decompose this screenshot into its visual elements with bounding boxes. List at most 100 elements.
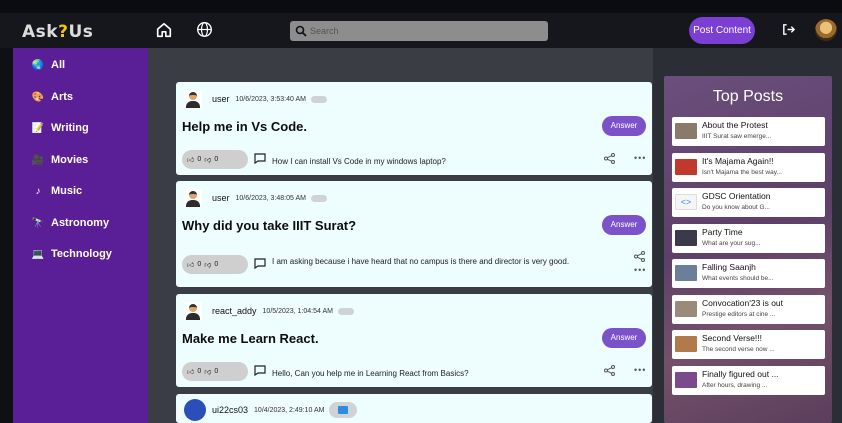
top-post-snippet: Prestige editors at cine ... — [702, 311, 776, 318]
user-avatar[interactable] — [184, 90, 202, 108]
post-author-name[interactable]: react_addy — [212, 306, 257, 316]
top-post-item[interactable]: Falling Saanjh What events should be... — [672, 259, 825, 288]
question-body: How I can install Vs Code in my windows … — [272, 157, 446, 166]
question-body: Hello, Can you help me in Learning React… — [272, 369, 469, 378]
comment-icon[interactable] — [254, 365, 266, 376]
sidebar-item-all[interactable]: 🌏 All — [31, 55, 65, 75]
sidebar-item-music[interactable]: ♪ Music — [31, 181, 83, 201]
top-post-title: It's Majama Again!! — [702, 156, 774, 166]
user-avatar[interactable] — [184, 189, 202, 207]
vote-box: 👍︎ 0 👎︎ 0 — [182, 362, 248, 381]
post-author-row: user 10/6/2023, 3:53:40 AM — [184, 90, 327, 108]
comment-icon[interactable] — [254, 258, 266, 269]
top-post-item[interactable]: <> GDSC Orientation Do you know about G.… — [672, 188, 825, 217]
sidebar-item-label: Technology — [51, 248, 112, 260]
share-icon[interactable] — [604, 153, 615, 164]
category-tag — [310, 194, 327, 202]
post-thumbnail — [675, 123, 697, 139]
computer-icon: 💻 — [31, 248, 45, 260]
more-options-icon[interactable]: ••• — [634, 153, 646, 163]
downvote-count: 0 — [214, 156, 219, 163]
comment-icon[interactable] — [254, 153, 266, 164]
top-post-snippet: What are your sug... — [702, 240, 761, 247]
top-post-title: Convocation'23 is out — [702, 298, 784, 308]
post-author-row: react_addy 10/5/2023, 1:04:54 AM — [184, 302, 354, 320]
top-post-item[interactable]: About the Protest IIIT Surat saw emerge.… — [672, 117, 825, 146]
sidebar-item-label: Writing — [51, 122, 89, 134]
post-author-name[interactable]: user — [212, 193, 230, 203]
question-card: react_addy 10/5/2023, 1:04:54 AM Make me… — [176, 294, 652, 387]
question-title[interactable]: Why did you take IIIT Surat? — [182, 218, 356, 233]
globe-icon: 🌏 — [31, 59, 45, 71]
top-post-title: Second Verse!!! — [702, 333, 763, 343]
telescope-icon: 🔭 — [31, 217, 45, 229]
sidebar-item-arts[interactable]: 🎨 Arts — [31, 87, 73, 107]
film-icon: 🎥 — [31, 154, 45, 166]
logout-icon[interactable] — [778, 22, 798, 42]
right-panel: Top Posts About the Protest IIIT Surat s… — [653, 48, 842, 423]
search-icon — [295, 25, 307, 37]
post-content-button[interactable]: Post Content — [689, 17, 755, 44]
post-timestamp: 10/6/2023, 3:53:40 AM — [235, 95, 306, 103]
top-post-snippet: The second verse now ... — [702, 346, 775, 353]
palette-icon: 🎨 — [31, 91, 45, 103]
thumbs-down-icon[interactable]: 👎︎ — [204, 367, 211, 376]
user-avatar[interactable] — [184, 302, 202, 320]
sidebar-item-label: Arts — [51, 91, 74, 103]
post-author-name[interactable]: user — [212, 94, 230, 104]
app-logo[interactable]: Ask?Us — [22, 22, 93, 42]
answer-button[interactable]: Answer — [602, 116, 646, 136]
answer-button[interactable]: Answer — [602, 328, 646, 348]
thumbs-up-icon[interactable]: 👍︎ — [187, 367, 194, 376]
top-post-item[interactable]: Finally figured out ... After hours, dra… — [672, 366, 825, 395]
category-tag — [310, 95, 327, 103]
more-options-icon[interactable]: ••• — [634, 365, 646, 375]
top-post-item[interactable]: Second Verse!!! The second verse now ... — [672, 330, 825, 359]
post-timestamp: 10/6/2023, 3:48:05 AM — [235, 194, 306, 202]
thumbs-down-icon[interactable]: 👎︎ — [204, 260, 211, 269]
post-timestamp: 10/4/2023, 2:49:10 AM — [254, 406, 325, 414]
post-thumbnail — [675, 265, 697, 281]
profile-avatar[interactable] — [815, 19, 837, 41]
question-card: user 10/6/2023, 3:53:40 AM Help me in Vs… — [176, 82, 652, 175]
share-icon[interactable] — [634, 251, 645, 262]
downvote-count: 0 — [214, 261, 219, 268]
question-title[interactable]: Make me Learn React. — [182, 331, 319, 346]
answer-button[interactable]: Answer — [602, 215, 646, 235]
question-card: user 10/6/2023, 3:48:05 AM Why did you t… — [176, 181, 652, 287]
logo-text-us: Us — [68, 22, 94, 42]
top-post-item[interactable]: It's Majama Again!! Isn't Majama the bes… — [672, 153, 825, 182]
share-icon[interactable] — [604, 365, 615, 376]
music-note-icon: ♪ — [35, 185, 41, 197]
more-options-icon[interactable]: ••• — [634, 265, 646, 275]
post-thumbnail — [675, 301, 697, 317]
globe-icon[interactable] — [194, 21, 214, 41]
post-author-name[interactable]: ui22cs03 — [212, 405, 248, 415]
top-posts-panel: Top Posts About the Protest IIIT Surat s… — [664, 76, 832, 423]
post-author-row: user 10/6/2023, 3:48:05 AM — [184, 189, 327, 207]
top-post-item[interactable]: Party Time What are your sug... — [672, 224, 825, 253]
sidebar-item-movies[interactable]: 🎥 Movies — [31, 150, 89, 170]
sidebar-item-writing[interactable]: 📝 Writing — [31, 118, 89, 138]
question-feed: user 10/6/2023, 3:53:40 AM Help me in Vs… — [148, 48, 653, 423]
user-avatar[interactable] — [184, 399, 206, 421]
category-sidebar: 🌏 All 🎨 Arts 📝 Writing 🎥 Movies ♪ Music … — [13, 48, 148, 423]
sidebar-item-label: All — [51, 59, 66, 71]
top-post-item[interactable]: Convocation'23 is out Prestige editors a… — [672, 295, 825, 324]
sidebar-item-label: Astronomy — [51, 217, 110, 229]
question-title[interactable]: Help me in Vs Code. — [182, 119, 307, 134]
thumbs-down-icon[interactable]: 👎︎ — [204, 155, 211, 164]
upvote-count: 0 — [197, 261, 202, 268]
thumbs-up-icon[interactable]: 👍︎ — [187, 260, 194, 269]
top-post-title: GDSC Orientation — [702, 191, 771, 201]
top-post-snippet: Isn't Majama the best way... — [702, 169, 782, 176]
post-timestamp: 10/5/2023, 1:04:54 AM — [262, 307, 333, 315]
home-icon[interactable] — [154, 21, 174, 41]
search-input[interactable] — [290, 21, 548, 41]
sidebar-item-technology[interactable]: 💻 Technology — [31, 244, 112, 264]
sidebar-item-label: Music — [51, 185, 83, 197]
sidebar-item-astronomy[interactable]: 🔭 Astronomy — [31, 213, 109, 233]
memo-icon: 📝 — [31, 122, 45, 134]
thumbs-up-icon[interactable]: 👍︎ — [187, 155, 194, 164]
post-thumbnail — [675, 159, 697, 175]
